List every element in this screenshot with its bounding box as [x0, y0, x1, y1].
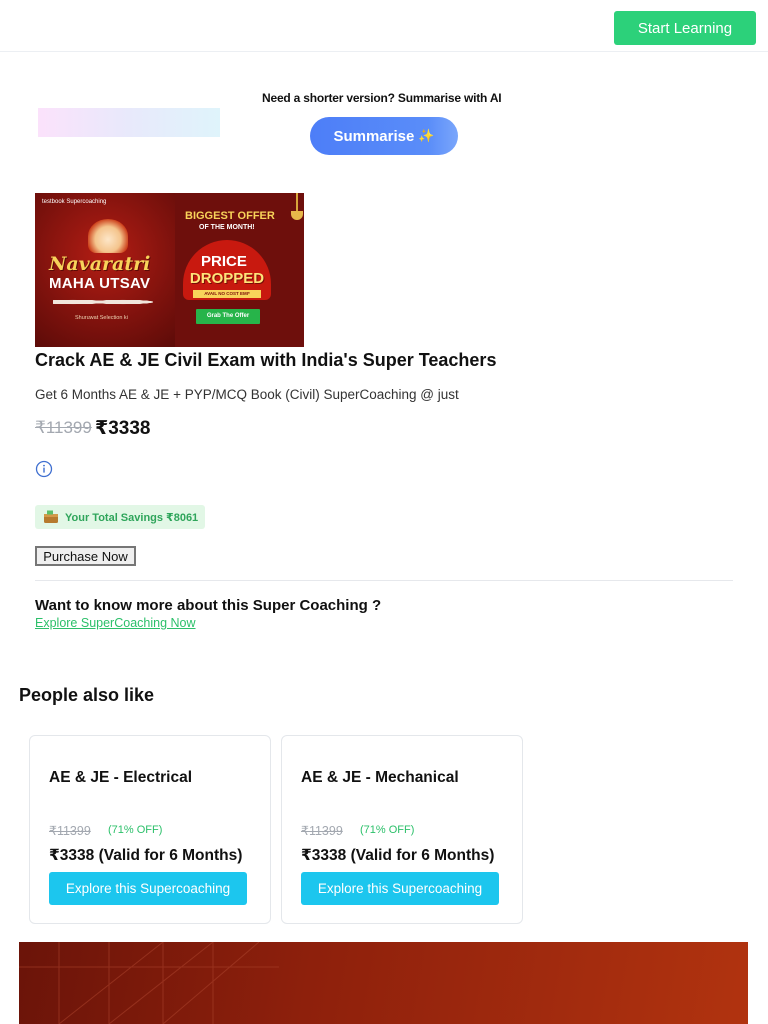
section-divider [35, 580, 733, 581]
card-original-price: ₹11399 [301, 824, 343, 838]
lamp-icon [291, 211, 303, 220]
banner-dropped-text: DROPPED [189, 270, 265, 287]
card-price: ₹3338 (Valid for 6 Months) [301, 847, 495, 864]
banner-title-maha-utsav: MAHA UTSAV [49, 275, 151, 292]
wallet-icon [42, 508, 60, 526]
summarise-button[interactable]: Summarise ✨ [310, 117, 458, 155]
deity-illustration [88, 219, 128, 253]
card-original-price: ₹11399 [49, 824, 91, 838]
banner-offer-subline: OF THE MONTH! [199, 224, 255, 231]
banner-title-navaratri: Navaratri [49, 253, 151, 275]
explore-supercoaching-button[interactable]: Explore this Supercoaching [301, 872, 499, 905]
course-subtitle: Get 6 Months AE & JE + PYP/MCQ Book (Civ… [35, 387, 459, 402]
discounted-price: ₹3338 [95, 418, 151, 439]
recommendation-card-electrical[interactable]: AE & JE - Electrical ₹11399 (71% OFF) ₹3… [29, 735, 271, 924]
explore-supercoaching-link[interactable]: Explore SuperCoaching Now [35, 616, 196, 630]
banner-brand-logo: testbook Supercoaching [42, 199, 107, 205]
bottom-promo-banner [19, 942, 748, 1024]
savings-text: Your Total Savings ₹8061 [65, 511, 199, 524]
banner-offer-headline: BIGGEST OFFER [185, 210, 275, 222]
start-learning-button[interactable]: Start Learning [614, 11, 756, 45]
banner-price-text: PRICE [201, 253, 247, 270]
promo-banner[interactable]: testbook Supercoaching Navaratri MAHA UT… [35, 193, 304, 347]
card-discount: (71% OFF) [360, 824, 415, 836]
card-title: AE & JE - Electrical [49, 769, 193, 786]
info-circle-icon[interactable] [35, 460, 53, 478]
original-price: ₹11399 [35, 418, 92, 437]
summarise-button-label: Summarise [333, 127, 415, 145]
recommendation-card-mechanical[interactable]: AE & JE - Mechanical ₹11399 (71% OFF) ₹3… [281, 735, 523, 924]
banner-grab-offer-button[interactable]: Grab The Offer [196, 309, 260, 324]
lamp-string-decoration [296, 193, 298, 213]
banner-emi-strip: AVAIL NO COST EMI* [193, 290, 261, 298]
banner-line-pattern [19, 942, 279, 1024]
top-bar: Start Learning [0, 0, 768, 52]
explore-supercoaching-button[interactable]: Explore this Supercoaching [49, 872, 247, 905]
purchase-now-button[interactable]: Purchase Now [35, 546, 136, 566]
card-discount: (71% OFF) [108, 824, 163, 836]
card-title: AE & JE - Mechanical [301, 769, 459, 786]
card-price: ₹3338 (Valid for 6 Months) [49, 847, 243, 864]
banner-clouds-decoration [53, 297, 153, 307]
more-info-question: Want to know more about this Super Coach… [35, 597, 382, 614]
people-also-like-heading: People also like [19, 685, 155, 705]
summarise-gradient-decoration [38, 108, 220, 137]
course-title: Crack AE & JE Civil Exam with India's Su… [35, 350, 497, 370]
summarise-prompt: Need a shorter version? Summarise with A… [262, 91, 502, 105]
banner-tagline: Shuruwat Selection ki [75, 315, 128, 321]
sparkle-icon: ✨ [418, 128, 435, 143]
savings-badge: Your Total Savings ₹8061 [35, 505, 205, 529]
